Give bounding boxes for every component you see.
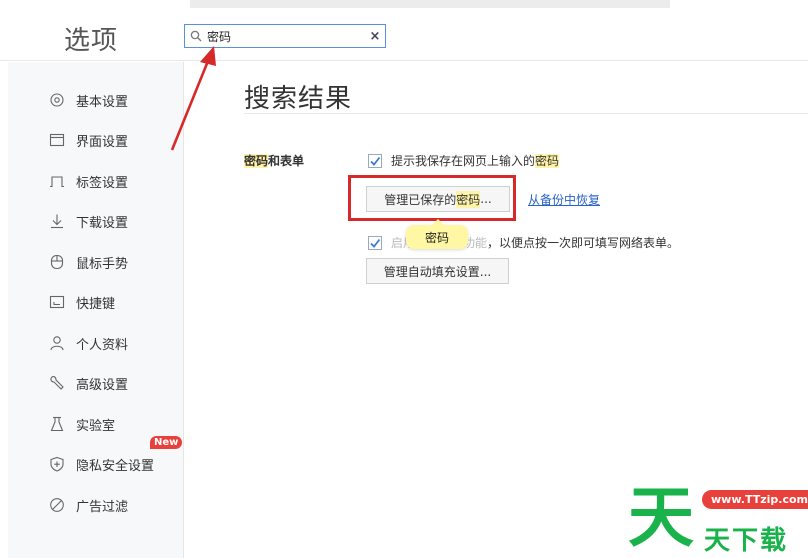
flask-icon	[48, 415, 66, 433]
search-highlight: 密码	[535, 154, 560, 168]
wrench-icon	[48, 374, 66, 392]
sidebar-item-adblock[interactable]: 广告过滤	[48, 493, 128, 517]
option-text: ，以便点按一次即可填写网络表单。	[487, 236, 680, 250]
sidebar-item-label: 个人资料	[76, 337, 129, 353]
checkbox[interactable]	[368, 153, 382, 168]
checkmark-icon	[370, 238, 381, 248]
block-icon	[48, 496, 66, 514]
top-strip	[190, 0, 670, 8]
sidebar-item-shortcuts[interactable]: 快捷键	[48, 290, 115, 314]
sidebar-item-tabs[interactable]: 标签设置	[48, 169, 128, 193]
watermark-text: 天下载	[704, 526, 789, 556]
sidebar-item-label: 实验室	[76, 418, 116, 434]
sidebar-item-label: 快捷键	[76, 296, 116, 312]
annotation-highlight-box	[348, 175, 516, 221]
manage-autofill-button[interactable]: 管理自动填充设置...	[366, 258, 509, 284]
tab-icon	[48, 172, 66, 190]
sidebar: 基本设置 界面设置 标签设置 下载设置 鼠标手势 快捷键 个人资料 高级设置 实…	[8, 62, 184, 558]
clear-search-icon[interactable]: ×	[365, 29, 385, 44]
checkbox[interactable]	[368, 235, 382, 250]
sidebar-item-privacy[interactable]: 隐私安全设置	[48, 452, 154, 476]
new-badge: New	[150, 436, 183, 449]
option-text: 提示我保存在网页上输入的	[391, 154, 536, 168]
page-title: 搜索结果	[244, 84, 353, 114]
sidebar-item-label: 广告过滤	[76, 499, 129, 515]
annotation-arrow	[170, 46, 216, 151]
checkmark-icon	[370, 156, 381, 166]
restore-from-backup-link[interactable]: 从备份中恢复	[528, 191, 600, 208]
option-offer-save-passwords[interactable]: 提示我保存在网页上输入的密码	[368, 152, 560, 169]
sidebar-item-label: 基本设置	[76, 94, 129, 110]
sidebar-item-label: 下载设置	[76, 215, 129, 231]
sidebar-item-label: 标签设置	[76, 175, 129, 191]
sidebar-item-label: 界面设置	[76, 134, 129, 150]
sidebar-item-mouse-gesture[interactable]: 鼠标手势	[48, 250, 128, 274]
watermark-glyph: 天	[628, 479, 694, 556]
window-icon	[48, 131, 66, 149]
sidebar-item-download[interactable]: 下载设置	[48, 209, 128, 233]
app-title: 选项	[64, 26, 119, 56]
gear-icon	[48, 91, 66, 109]
sidebar-item-basic[interactable]: 基本设置	[48, 88, 128, 112]
watermark-logo: 天 www.TTzip.com 天下载	[622, 478, 808, 558]
download-icon	[48, 212, 66, 230]
sidebar-item-interface[interactable]: 界面设置	[48, 128, 128, 152]
section-label-password-forms: 密码和表单	[244, 152, 304, 169]
section-label-rest: 和表单	[268, 154, 305, 168]
content-divider	[244, 113, 808, 114]
search-highlight: 密码	[244, 154, 269, 168]
shield-icon	[48, 455, 66, 473]
user-icon	[48, 334, 66, 352]
search-match-tooltip: 密码	[406, 219, 468, 249]
sidebar-item-label: 高级设置	[76, 377, 129, 393]
keyboard-icon	[48, 293, 66, 311]
option-label: 提示我保存在网页上输入的密码	[391, 152, 560, 169]
mouse-icon	[48, 253, 66, 271]
sidebar-item-advanced[interactable]: 高级设置	[48, 371, 128, 395]
search-input[interactable]	[207, 26, 365, 46]
sidebar-item-label: 鼠标手势	[76, 256, 129, 272]
sidebar-item-label: 隐私安全设置	[76, 458, 155, 474]
watermark-url: www.TTzip.com	[702, 490, 808, 509]
sidebar-item-lab[interactable]: 实验室	[48, 412, 115, 436]
sidebar-item-profile[interactable]: 个人资料	[48, 331, 128, 355]
header-divider	[0, 60, 808, 61]
